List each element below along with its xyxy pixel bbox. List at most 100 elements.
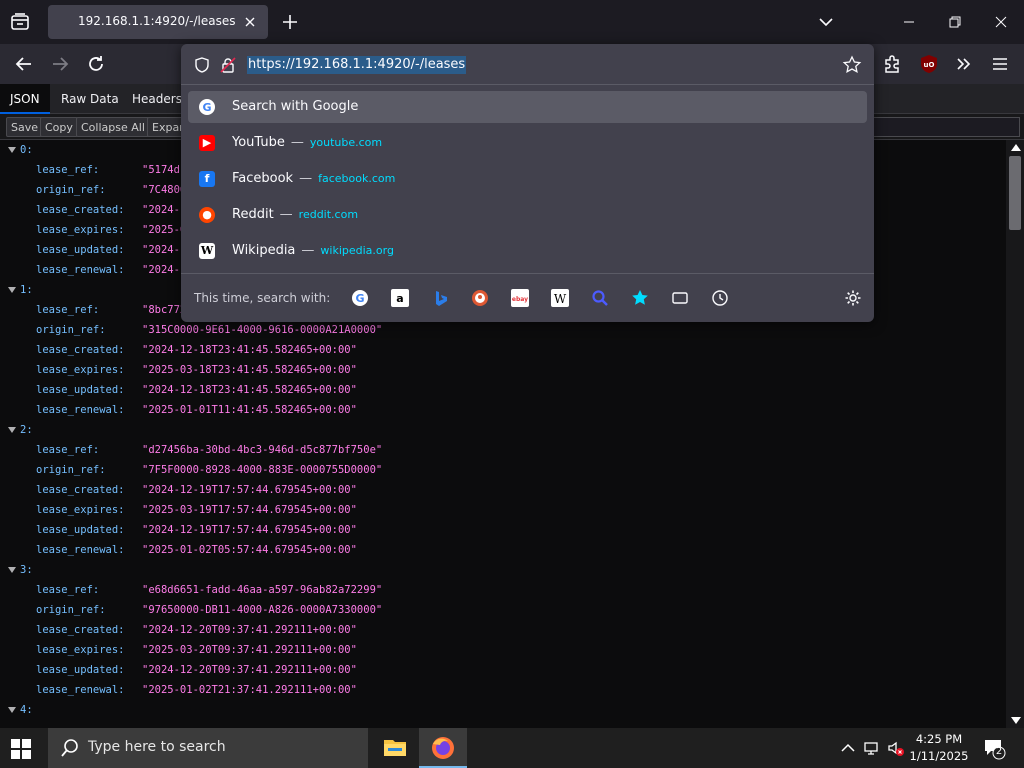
search-icon[interactable] (591, 289, 609, 307)
amazon-icon[interactable]: a (391, 289, 409, 307)
search-with-google-row[interactable]: G Search with Google (188, 91, 867, 123)
tab-json[interactable]: JSON (0, 84, 50, 114)
bookmarks-icon[interactable] (631, 289, 649, 307)
expand-triangle-icon[interactable] (8, 567, 16, 573)
json-property-row[interactable]: lease_created: "2024-12-18T23:41:45.58246… (0, 340, 1006, 360)
json-value: "2025-01-02T21:37:41.292111+00:00" (142, 684, 357, 696)
history-icon[interactable] (711, 289, 729, 307)
notification-count: 2 (995, 746, 1003, 757)
json-array-index-row[interactable]: 4: (0, 700, 1006, 720)
json-value: "7F5F0000-8928-4000-883E-0000755D0000" (142, 464, 383, 476)
json-property-row[interactable]: lease_ref: "e68d6651-fadd-46aa-a597-96ab8… (0, 580, 1006, 600)
tab-close-icon[interactable] (242, 14, 258, 30)
filter-json-input[interactable] (860, 117, 1020, 137)
file-explorer-icon[interactable] (371, 728, 419, 768)
address-bar[interactable]: https://192.168.1.1:4920/-/leases (181, 44, 874, 85)
json-property-row[interactable]: lease_updated: "2024-12-18T23:41:45.58246… (0, 380, 1006, 400)
json-property-row[interactable]: origin_ref: "315C0000-9E61-4000-9616-0000… (0, 320, 1006, 340)
overflow-chevron-icon[interactable] (952, 52, 976, 76)
firefox-view-icon[interactable] (8, 10, 32, 34)
expand-triangle-icon[interactable] (8, 427, 16, 433)
json-value: "2025-01-02T05:57:44.679545+00:00" (142, 544, 357, 556)
firefox-taskbar-icon[interactable] (419, 728, 467, 768)
collapse-all-button[interactable]: Collapse All (76, 117, 150, 137)
json-index-label: 0: (20, 144, 33, 156)
url-input[interactable]: https://192.168.1.1:4920/-/leases (247, 56, 467, 74)
duckduckgo-icon[interactable] (471, 289, 489, 307)
close-window-button[interactable] (978, 0, 1024, 44)
json-property-row[interactable]: lease_created: "2024-12-20T09:37:41.29211… (0, 620, 1006, 640)
json-key: origin_ref: (36, 604, 106, 616)
json-property-row[interactable]: origin_ref: "7F5F0000-8928-4000-883E-0000… (0, 460, 1006, 480)
json-property-row[interactable]: lease_created: "2024-12-19T17:57:44.67954… (0, 480, 1006, 500)
json-key: lease_created: (36, 204, 125, 216)
json-property-row[interactable]: origin_ref: "97650000-DB11-4000-A826-0000… (0, 600, 1006, 620)
system-clock[interactable]: 4:25 PM 1/11/2025 (906, 731, 972, 765)
expand-triangle-icon[interactable] (8, 147, 16, 153)
suggestion-separator: — (299, 171, 313, 186)
suggestion-url: facebook.com (318, 172, 396, 185)
address-bar-dropdown: https://192.168.1.1:4920/-/leases G Sear… (181, 44, 874, 322)
suggestion-row-facebook[interactable]: f Facebook — facebook.com (188, 163, 867, 195)
reload-icon[interactable] (84, 52, 108, 76)
json-array-index-row[interactable]: 2: (0, 420, 1006, 440)
back-arrow-icon[interactable] (12, 52, 36, 76)
scrollbar-thumb[interactable] (1009, 156, 1021, 230)
minimize-button[interactable] (886, 0, 932, 44)
gear-icon[interactable] (844, 289, 862, 307)
json-key: lease_ref: (36, 584, 100, 596)
suggestion-separator: — (290, 135, 304, 150)
suggestion-row-youtube[interactable]: ▶ YouTube — youtube.com (188, 127, 867, 159)
list-all-tabs-chevron-down-icon[interactable] (815, 11, 837, 33)
suggestion-row-wikipedia[interactable]: W Wikipedia — wikipedia.org (188, 235, 867, 267)
tabs-icon[interactable] (671, 289, 689, 307)
show-hidden-icons-chevron-up-icon[interactable] (838, 738, 858, 758)
notification-center-icon[interactable]: 2 (982, 736, 1006, 760)
json-value: "2025-03-19T17:57:44.679545+00:00" (142, 504, 357, 516)
insecure-lock-icon[interactable] (219, 56, 237, 74)
expand-triangle-icon[interactable] (8, 287, 16, 293)
json-key: lease_updated: (36, 664, 125, 676)
json-property-row[interactable]: lease_updated: "2024-12-20T09:37:41.29211… (0, 660, 1006, 680)
json-value: "5174d1 (142, 164, 187, 176)
bookmark-star-icon[interactable] (842, 55, 862, 75)
search-with-google-label: Search with Google (232, 99, 359, 114)
expand-triangle-icon[interactable] (8, 707, 16, 713)
json-array-index-row[interactable]: 3: (0, 560, 1006, 580)
active-tab[interactable]: 192.168.1.1:4920/-/leases (48, 5, 268, 39)
vertical-scrollbar[interactable] (1006, 140, 1024, 728)
google-icon[interactable]: G (351, 289, 369, 307)
scroll-down-arrow-icon[interactable] (1011, 717, 1021, 724)
wikipedia-icon[interactable]: W (551, 289, 569, 307)
extensions-puzzle-icon[interactable] (880, 52, 904, 76)
forward-arrow-icon[interactable] (48, 52, 72, 76)
tab-raw-data[interactable]: Raw Data (51, 84, 129, 114)
json-property-row[interactable]: lease_expires: "2025-03-19T17:57:44.67954… (0, 500, 1006, 520)
ebay-icon[interactable]: ebay (511, 289, 529, 307)
save-button[interactable]: Save (6, 117, 44, 137)
scroll-up-arrow-icon[interactable] (1011, 144, 1021, 151)
hamburger-menu-icon[interactable] (988, 52, 1012, 76)
json-property-row[interactable]: lease_updated: "2024-12-19T17:57:44.67954… (0, 520, 1006, 540)
copy-button[interactable]: Copy (40, 117, 78, 137)
suggestion-row-reddit[interactable]: ● Reddit — reddit.com (188, 199, 867, 231)
volume-muted-icon[interactable] (886, 738, 906, 758)
json-value: "2024-12-19T17:57:44.679545+00:00" (142, 524, 357, 536)
json-key: lease_ref: (36, 164, 100, 176)
restore-button[interactable] (932, 0, 978, 44)
tracking-protection-shield-icon[interactable] (193, 56, 211, 74)
json-property-row[interactable]: lease_renewal: "2025-01-02T21:37:41.29211… (0, 680, 1006, 700)
new-tab-button[interactable] (279, 11, 301, 33)
taskbar-search-box[interactable]: Type here to search (48, 728, 368, 768)
json-property-row[interactable]: lease_renewal: "2025-01-01T11:41:45.58246… (0, 400, 1006, 420)
json-property-row[interactable]: lease_expires: "2025-03-18T23:41:45.58246… (0, 360, 1006, 380)
network-icon[interactable] (862, 738, 882, 758)
suggestion-title: Facebook (232, 171, 294, 186)
bing-icon[interactable] (431, 289, 449, 307)
json-property-row[interactable]: lease_renewal: "2025-01-02T05:57:44.67954… (0, 540, 1006, 560)
json-property-row[interactable]: lease_expires: "2025-03-20T09:37:41.29211… (0, 640, 1006, 660)
json-value: "8bc772 (142, 304, 187, 316)
json-property-row[interactable]: lease_ref: "d27456ba-30bd-4bc3-946d-d5c87… (0, 440, 1006, 460)
ublock-origin-icon[interactable]: uO (917, 52, 941, 76)
windows-start-icon[interactable] (10, 738, 32, 760)
